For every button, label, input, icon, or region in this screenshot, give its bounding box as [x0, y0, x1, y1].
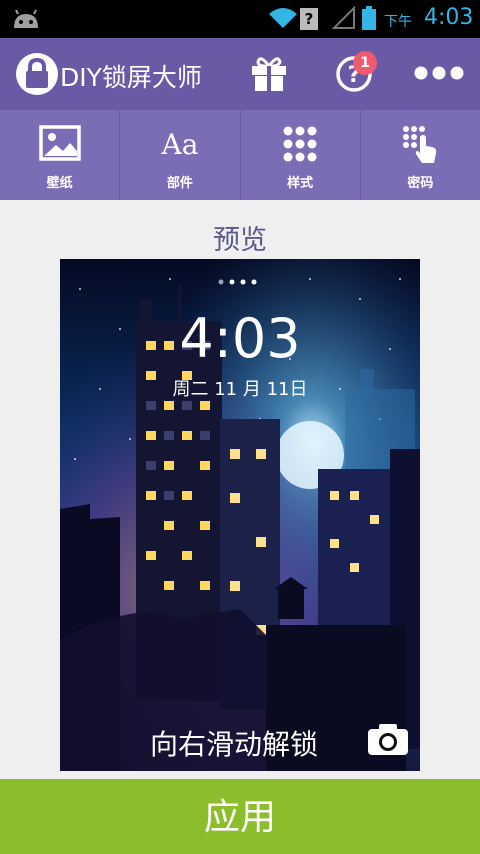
svg-text:Aa: Aa — [160, 128, 198, 161]
app-bar: DIY锁屏大师 ? 1 — [0, 38, 480, 110]
lock-date: 周二 11 月 11日 — [172, 379, 308, 400]
wifi-icon — [269, 8, 297, 28]
help-badge: 1 — [353, 51, 377, 75]
android-notification-icon — [14, 9, 38, 28]
status-clock: 4:03 — [424, 5, 474, 30]
signal-icon — [332, 6, 355, 29]
grid-dots-icon — [283, 126, 317, 162]
preview-title: 预览 — [213, 225, 267, 256]
font-icon: Aa — [160, 128, 198, 161]
camera-icon — [368, 724, 408, 755]
tab-label: 部件 — [166, 176, 193, 191]
page-indicator — [218, 279, 257, 285]
lockscreen-preview[interactable]: 4:03 周二 11 月 11日 向右滑动解锁 — [60, 259, 420, 771]
wallpaper-icon — [38, 125, 81, 161]
tab-label: 样式 — [287, 176, 314, 191]
battery-icon — [362, 6, 376, 30]
tab-label: 壁纸 — [46, 176, 73, 191]
tab-wallpaper[interactable]: 壁纸 — [0, 110, 121, 200]
unlock-hint: 向右滑动解锁 — [150, 728, 319, 761]
status-bar: ? 下午 4:03 — [0, 0, 480, 38]
status-ampm: 下午 — [384, 14, 412, 30]
tab-styles[interactable]: 样式 — [241, 110, 361, 200]
tab-label: 密码 — [407, 176, 434, 191]
app-title: DIY锁屏大师 — [60, 63, 202, 92]
lock-logo-icon — [16, 53, 58, 95]
tab-bar: 壁纸 Aa 部件 样式 密码 — [0, 110, 480, 200]
tab-widgets[interactable]: Aa 部件 — [120, 110, 241, 200]
gift-icon[interactable] — [250, 56, 288, 92]
keypad-touch-icon — [403, 126, 437, 163]
tab-password[interactable]: 密码 — [361, 110, 480, 200]
lock-time: 4:03 — [179, 307, 301, 370]
sim-indicator: ? — [300, 8, 318, 30]
more-icon[interactable] — [414, 66, 464, 80]
apply-button[interactable]: 应用 — [0, 779, 480, 854]
